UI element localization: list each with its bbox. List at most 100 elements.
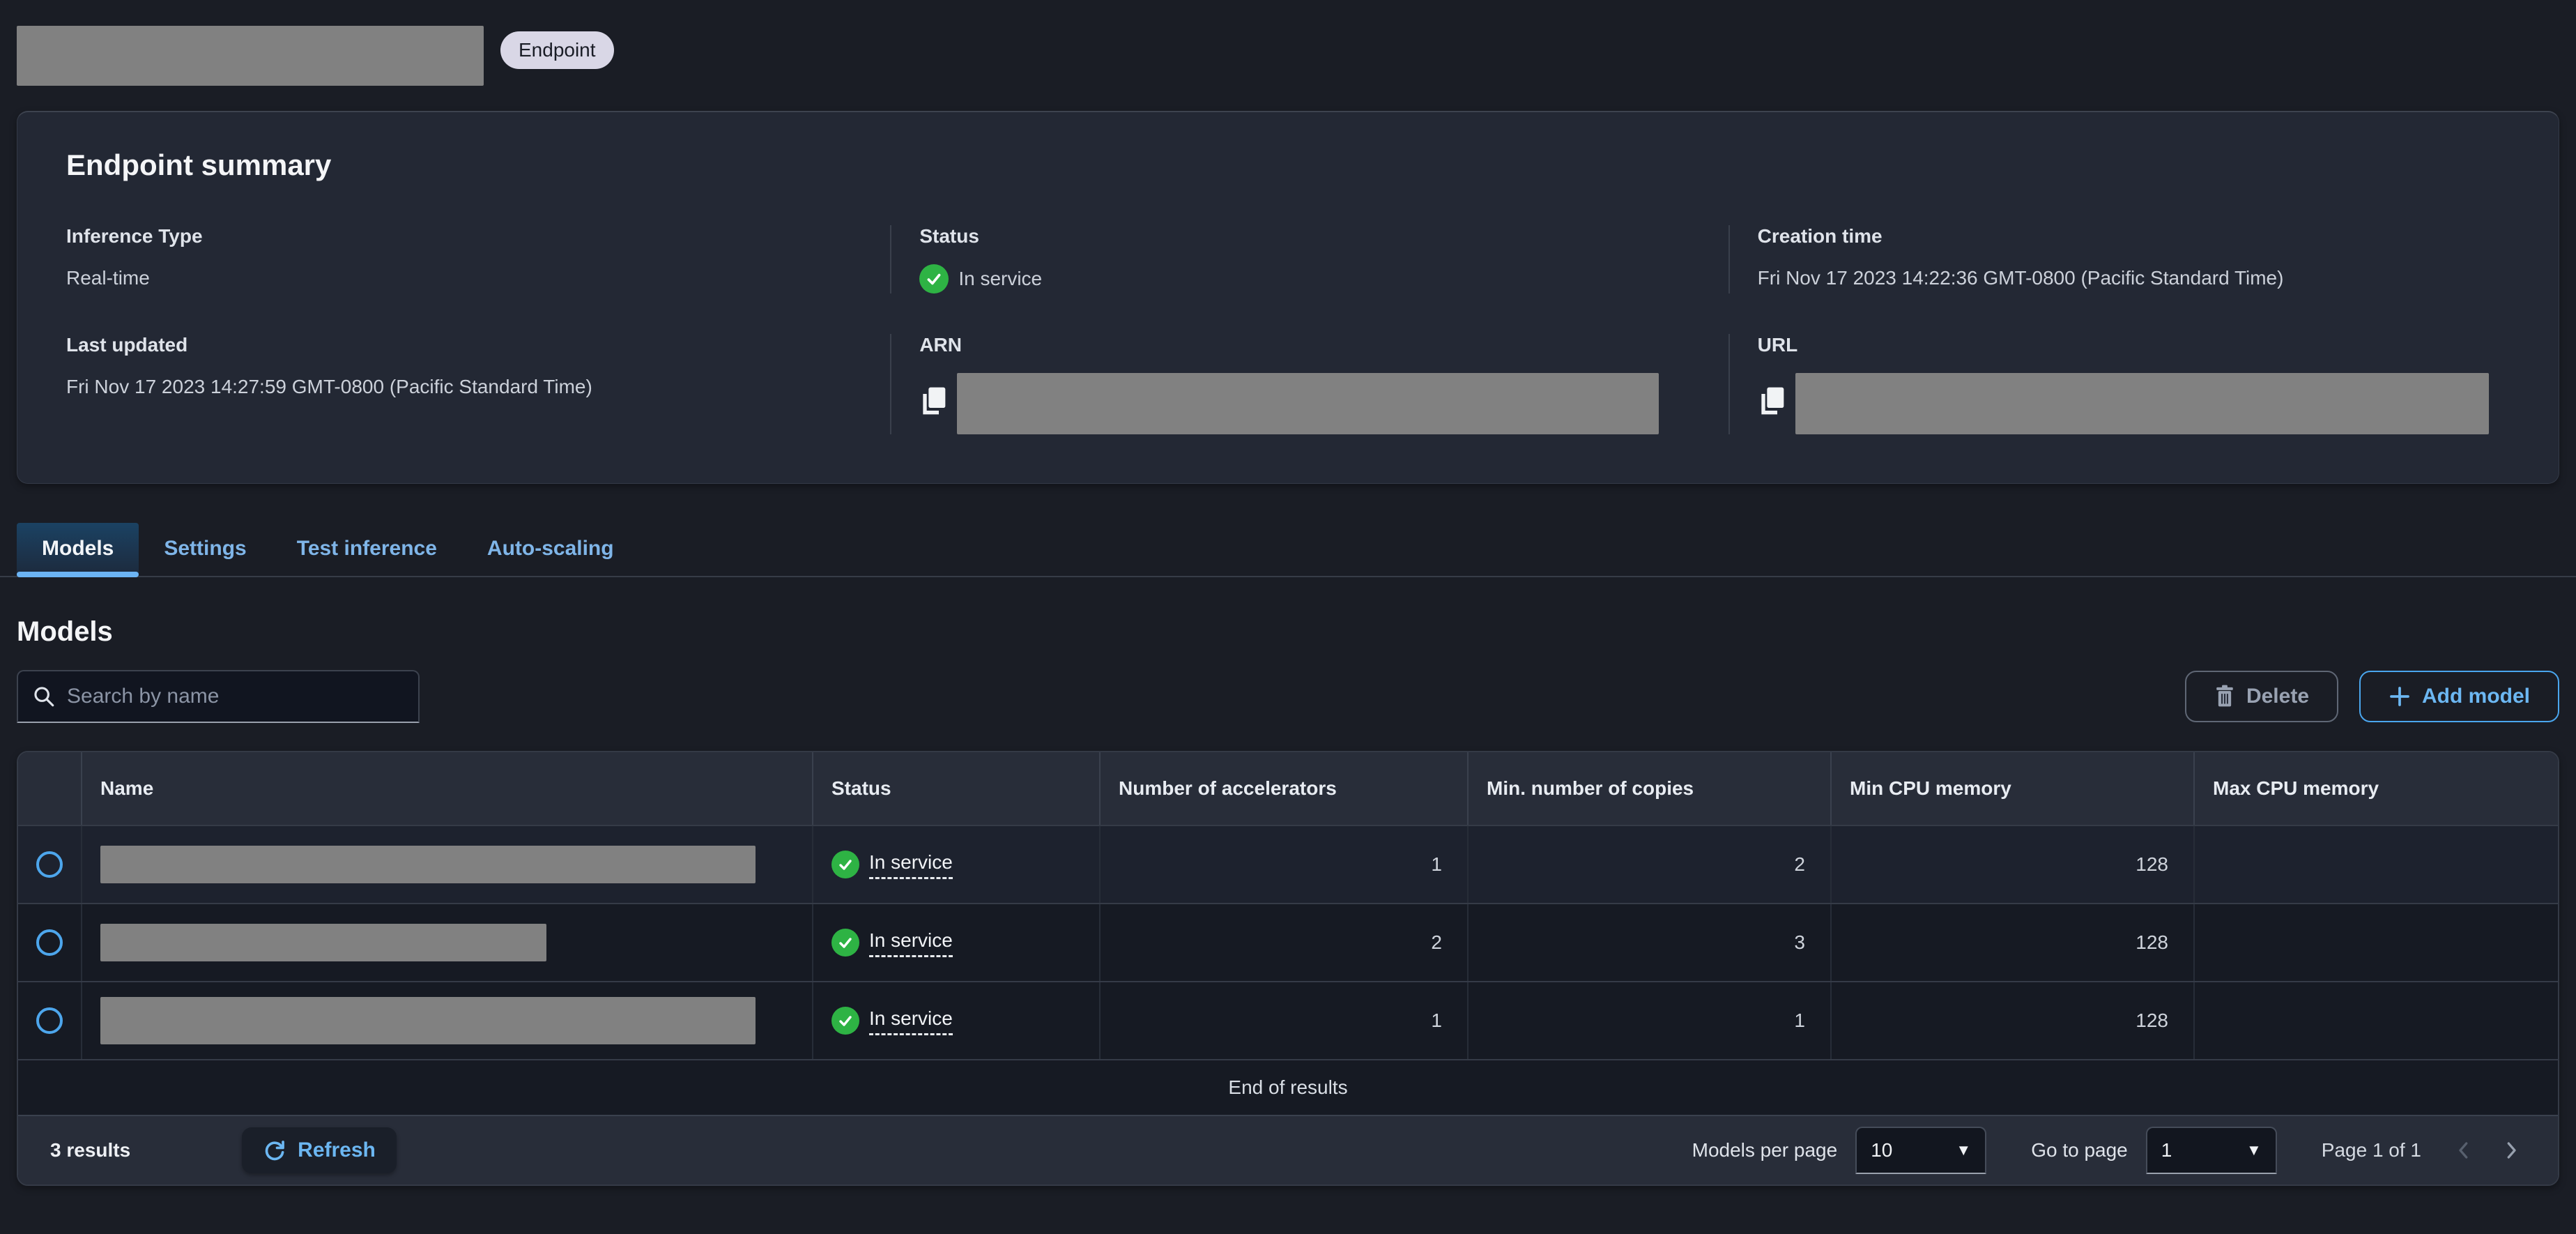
status-ok-icon <box>831 851 859 878</box>
panel-title: Endpoint summary <box>66 148 332 181</box>
inference-type-label: Inference Type <box>66 225 203 247</box>
tab-auto-scaling[interactable]: Auto-scaling <box>462 523 639 576</box>
select-all-header <box>18 752 81 825</box>
status-ok-icon <box>831 1007 859 1035</box>
previous-page-button[interactable] <box>2449 1136 2478 1165</box>
cell-min-cpu: 128 <box>1830 982 2193 1059</box>
add-model-button-label: Add model <box>2422 685 2530 708</box>
url-value-redacted <box>1795 373 2489 434</box>
col-header-min-copies: Min. number of copies <box>1467 752 1830 825</box>
last-updated-label: Last updated <box>66 334 188 356</box>
search-input[interactable] <box>67 685 404 708</box>
field-status: Status In service <box>890 225 1728 294</box>
endpoint-summary-panel: Endpoint summary Inference Type Real-tim… <box>17 111 2559 484</box>
row-status-link[interactable]: In service <box>831 1007 953 1035</box>
table-footer: 3 results Refresh Models per page 10 ▼ G… <box>18 1115 2558 1185</box>
goto-page-value: 1 <box>2161 1139 2172 1161</box>
end-of-results: End of results <box>18 1059 2558 1115</box>
models-heading: Models <box>17 616 113 647</box>
models-table: Name Status Number of accelerators Min. … <box>17 751 2559 1186</box>
page-header: Endpoint <box>0 0 2576 86</box>
col-header-min-cpu: Min CPU memory <box>1830 752 2193 825</box>
per-page-select[interactable]: 10 ▼ <box>1855 1127 1987 1174</box>
goto-page-label: Go to page <box>2031 1139 2128 1161</box>
row-status-text: In service <box>869 1007 953 1035</box>
row-radio[interactable] <box>36 1007 63 1034</box>
refresh-button-label: Refresh <box>298 1138 376 1161</box>
cell-min-copies: 2 <box>1467 826 1830 903</box>
field-inference-type: Inference Type Real-time <box>17 225 890 294</box>
row-status-text: In service <box>869 929 953 957</box>
cell-accelerators: 1 <box>1099 826 1467 903</box>
url-label: URL <box>1757 334 1798 356</box>
copy-icon <box>1758 386 1786 416</box>
model-name-redacted <box>100 924 546 961</box>
col-header-accelerators: Number of accelerators <box>1099 752 1467 825</box>
plus-icon <box>2389 685 2411 708</box>
model-name-redacted <box>100 997 756 1044</box>
arn-label: ARN <box>919 334 962 356</box>
caret-down-icon: ▼ <box>1956 1141 1972 1159</box>
refresh-icon <box>263 1138 286 1162</box>
copy-icon <box>919 386 947 416</box>
models-toolbar: Delete Add model <box>17 670 2559 723</box>
cell-min-copies: 3 <box>1467 904 1830 981</box>
cell-accelerators: 1 <box>1099 982 1467 1059</box>
cell-min-cpu: 128 <box>1830 904 2193 981</box>
search-box <box>17 670 420 723</box>
cell-max-cpu <box>2193 982 2558 1059</box>
col-header-name: Name <box>81 752 812 825</box>
cell-accelerators: 2 <box>1099 904 1467 981</box>
table-header-row: Name Status Number of accelerators Min. … <box>18 752 2558 825</box>
table-row: In service 1 2 128 <box>18 825 2558 903</box>
tab-settings[interactable]: Settings <box>139 523 271 576</box>
tab-models[interactable]: Models <box>17 523 139 577</box>
col-header-status: Status <box>812 752 1099 825</box>
delete-button-label: Delete <box>2246 685 2309 708</box>
next-page-button[interactable] <box>2497 1136 2526 1165</box>
tab-test-inference[interactable]: Test inference <box>272 523 462 576</box>
field-url: URL <box>1728 334 2559 434</box>
summary-grid: Inference Type Real-time Status In servi… <box>17 225 2559 434</box>
copy-arn-button[interactable] <box>919 386 947 416</box>
field-creation-time: Creation time Fri Nov 17 2023 14:22:36 G… <box>1728 225 2559 294</box>
trash-icon <box>2214 685 2235 708</box>
cell-max-cpu <box>2193 904 2558 981</box>
creation-time-label: Creation time <box>1757 225 1883 247</box>
chevron-right-icon <box>2501 1140 2522 1161</box>
tab-bar: Models Settings Test inference Auto-scal… <box>0 523 2576 577</box>
last-updated-value: Fri Nov 17 2023 14:27:59 GMT-0800 (Pacif… <box>66 376 592 397</box>
col-header-max-cpu: Max CPU memory <box>2193 752 2558 825</box>
delete-button[interactable]: Delete <box>2184 671 2338 722</box>
goto-page-select[interactable]: 1 ▼ <box>2145 1127 2277 1174</box>
search-icon <box>32 685 56 708</box>
row-status-text: In service <box>869 851 953 879</box>
row-status-link[interactable]: In service <box>831 851 953 879</box>
arn-value-redacted <box>957 373 1659 434</box>
page-indicator: Page 1 of 1 <box>2321 1139 2421 1161</box>
cell-min-cpu: 128 <box>1830 826 2193 903</box>
refresh-button[interactable]: Refresh <box>242 1127 397 1173</box>
endpoint-type-badge: Endpoint <box>500 31 614 69</box>
chevron-left-icon <box>2453 1140 2474 1161</box>
endpoint-name-redacted <box>17 26 484 86</box>
status-ok-icon <box>831 929 859 957</box>
row-status-link[interactable]: In service <box>831 929 953 957</box>
row-radio[interactable] <box>36 851 63 878</box>
table-row: In service 1 1 128 <box>18 981 2558 1059</box>
pagination-controls: Models per page 10 ▼ Go to page 1 ▼ Page… <box>1692 1127 2526 1174</box>
inference-type-value: Real-time <box>66 267 150 289</box>
status-ok-icon <box>919 264 949 294</box>
table-row: In service 2 3 128 <box>18 903 2558 981</box>
field-last-updated: Last updated Fri Nov 17 2023 14:27:59 GM… <box>17 334 890 434</box>
cell-max-cpu <box>2193 826 2558 903</box>
status-value: In service <box>958 268 1043 289</box>
creation-time-value: Fri Nov 17 2023 14:22:36 GMT-0800 (Pacif… <box>1757 267 2284 289</box>
cell-min-copies: 1 <box>1467 982 1830 1059</box>
status-label: Status <box>919 225 979 247</box>
model-name-redacted <box>100 846 756 883</box>
copy-url-button[interactable] <box>1758 386 1786 416</box>
add-model-button[interactable]: Add model <box>2359 671 2559 722</box>
row-radio[interactable] <box>36 929 63 956</box>
results-count: 3 results <box>50 1139 131 1161</box>
